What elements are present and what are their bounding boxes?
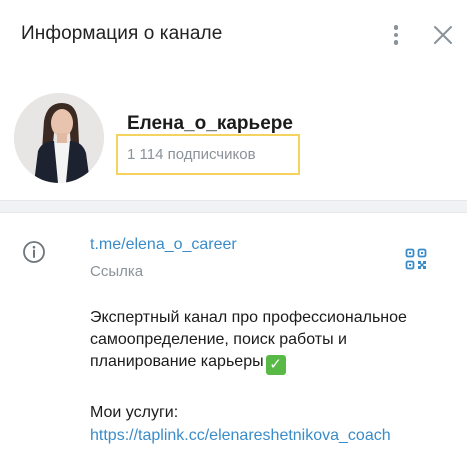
services-label: Мои услуги: [90, 404, 179, 421]
description-line: самоопределение, поиск работы и [90, 331, 347, 348]
channel-link[interactable]: t.me/elena_o_career [90, 236, 237, 254]
check-mark-emoji: ✓ [265, 355, 286, 375]
close-icon[interactable] [432, 24, 454, 46]
header: Информация о канале [0, 0, 467, 70]
channel-description: Экспертный канал про профессиональное са… [90, 307, 450, 375]
channel-profile: Елена_о_карьере 1 114 подписчиков [0, 70, 467, 200]
page-title: Информация о канале [21, 23, 223, 44]
avatar[interactable] [14, 93, 104, 183]
channel-name: Елена_о_карьере [127, 113, 293, 134]
services-link[interactable]: https://taplink.cc/elenareshetnikova_coa… [90, 427, 391, 445]
info-icon [22, 240, 46, 264]
subscribers-highlight: 1 114 подписчиков [116, 134, 300, 175]
link-caption: Ссылка [90, 263, 144, 280]
description-line: Экспертный канал про профессиональное [90, 309, 407, 326]
qr-code-icon[interactable] [405, 248, 427, 270]
more-vertical-icon[interactable] [385, 20, 407, 50]
subscribers-count: 1 114 подписчиков [127, 146, 256, 163]
description-line: планирование карьеры ✓ [90, 351, 450, 375]
description-line-text: планирование карьеры [90, 353, 264, 370]
section-divider [0, 200, 467, 213]
